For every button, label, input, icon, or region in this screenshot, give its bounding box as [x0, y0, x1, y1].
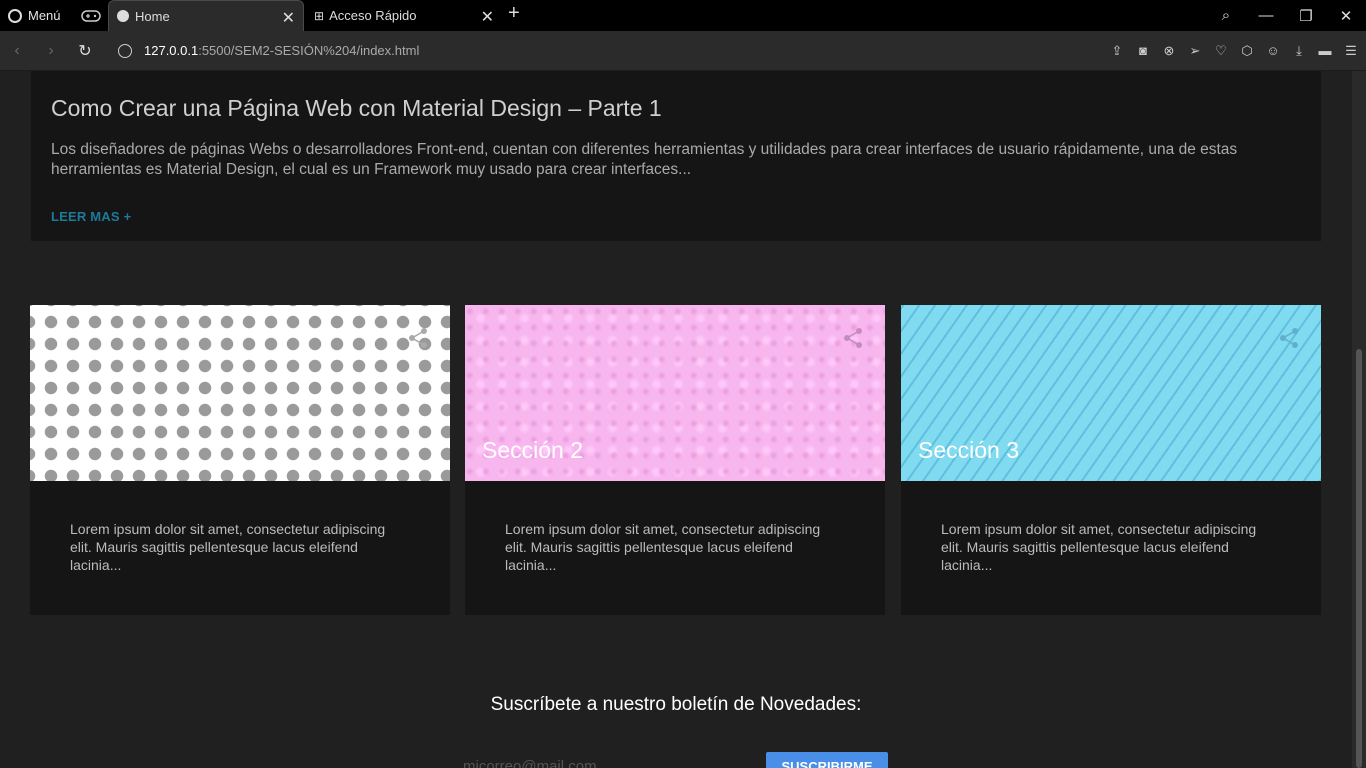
read-more-link[interactable]: LEER MAS +: [51, 209, 131, 224]
snapshot-icon[interactable]: ◙: [1136, 44, 1150, 58]
battery-icon[interactable]: ▬: [1318, 44, 1332, 58]
subscribe-button[interactable]: SUSCRIBIRME: [766, 752, 888, 768]
card-text: Lorem ipsum dolor sit amet, consectetur …: [70, 521, 386, 573]
close-window-icon[interactable]: ✕: [1326, 7, 1366, 25]
new-tab-icon[interactable]: +: [508, 2, 520, 25]
url-host: 127.0.0.1: [144, 43, 199, 58]
section-card-2: Sección 2 Lorem ipsum dolor sit amet, co…: [465, 305, 885, 615]
window-controls: ⌕ — ❐ ✕: [1206, 0, 1366, 31]
close-tab-icon[interactable]: ✕: [481, 7, 494, 27]
card-text: Lorem ipsum dolor sit amet, consectetur …: [941, 521, 1257, 573]
minimize-icon[interactable]: —: [1246, 7, 1286, 24]
tab-home[interactable]: Home ✕: [108, 0, 304, 31]
url-path: :5500/SEM2-SESIÓN%204/index.html: [198, 43, 420, 58]
toolbar-right: ⇪ ◙ ⊗ ➢ ♡ ⬡ ☺ ⤓ ▬ ☰: [1110, 31, 1358, 71]
article-excerpt: Los diseñadores de páginas Webs o desarr…: [51, 141, 1238, 178]
url-field[interactable]: 127.0.0.1:5500/SEM2-SESIÓN%204/index.htm…: [144, 43, 419, 58]
globe-favicon-icon: [117, 10, 129, 22]
site-info-icon[interactable]: [118, 43, 132, 58]
newsletter-email-input[interactable]: micorreo@mail.com: [463, 758, 597, 768]
section-card-3: Sección 3 Lorem ipsum dolor sit amet, co…: [901, 305, 1321, 615]
page-viewport: Como Crear una Página Web con Material D…: [0, 71, 1352, 768]
download-icon[interactable]: ⤓: [1292, 44, 1306, 58]
article-card: Como Crear una Página Web con Material D…: [31, 71, 1321, 241]
search-tabs-icon[interactable]: ⌕: [1206, 7, 1246, 24]
share-icon[interactable]: [843, 327, 863, 349]
opera-logo-icon: [8, 8, 22, 23]
restore-icon[interactable]: ❐: [1286, 7, 1326, 25]
scrollbar-thumb[interactable]: [1356, 349, 1362, 768]
adblock-icon[interactable]: ⊗: [1162, 44, 1176, 58]
share-icon[interactable]: [408, 327, 428, 349]
reload-icon[interactable]: ↻: [68, 41, 102, 61]
opera-menu-button[interactable]: Menú: [0, 0, 111, 31]
easy-setup-icon[interactable]: ☰: [1344, 44, 1358, 58]
forward-icon[interactable]: ›: [34, 42, 68, 60]
menu-label: Menú: [28, 8, 61, 23]
section-card-1: Lorem ipsum dolor sit amet, consectetur …: [30, 305, 450, 615]
share-page-icon[interactable]: ⇪: [1110, 44, 1124, 58]
card-title: Sección 3: [918, 437, 1020, 463]
article-title: Como Crear una Página Web con Material D…: [51, 95, 662, 121]
tab-bar: Menú Home ✕ ⊞ Acceso Rápido ✕ + ⌕ — ❐ ✕: [0, 0, 1366, 31]
newsletter-heading: Suscríbete a nuestro boletín de Novedade…: [490, 694, 862, 715]
share-icon[interactable]: [1279, 327, 1299, 349]
close-tab-icon[interactable]: ✕: [282, 8, 295, 28]
speed-dial-icon: ⊞: [314, 8, 325, 23]
tab-title: Acceso Rápido: [329, 8, 417, 23]
account-icon[interactable]: ☺: [1266, 44, 1280, 58]
back-icon[interactable]: ‹: [0, 42, 34, 60]
heart-icon[interactable]: ♡: [1214, 44, 1228, 58]
tab-title: Home: [135, 8, 170, 24]
address-bar: ‹ › ↻ 127.0.0.1:5500/SEM2-SESIÓN%204/ind…: [0, 31, 1366, 71]
send-icon[interactable]: ➢: [1188, 44, 1202, 58]
card-text: Lorem ipsum dolor sit amet, consectetur …: [505, 521, 821, 573]
card-title: Sección 2: [482, 437, 584, 463]
gamepad-icon[interactable]: [80, 9, 101, 23]
tab-acceso-rapido[interactable]: ⊞ Acceso Rápido ✕: [306, 0, 502, 31]
card-image: [30, 305, 450, 481]
page-scrollbar[interactable]: [1352, 71, 1366, 768]
extensions-icon[interactable]: ⬡: [1240, 44, 1254, 58]
